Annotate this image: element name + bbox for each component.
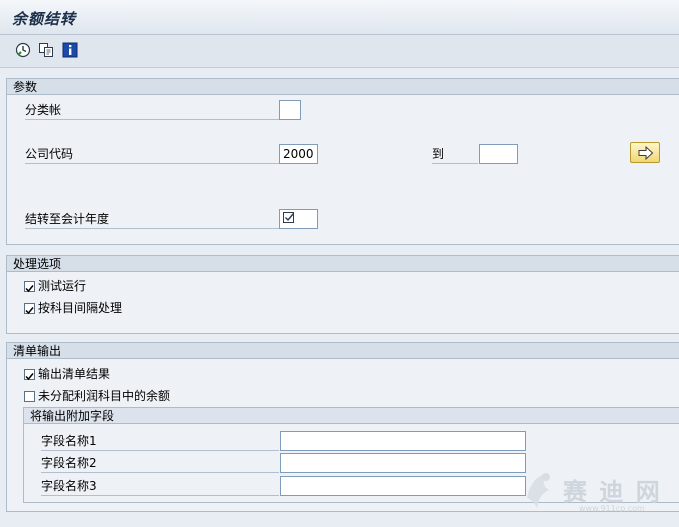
info-icon[interactable] [62, 42, 78, 58]
undistributed-profit-checkbox[interactable] [24, 391, 35, 402]
group-list-output-header: 清单输出 [7, 343, 679, 359]
watermark-text: 赛 迪 网 [563, 477, 662, 506]
watermark-logo-icon [519, 468, 559, 515]
group-processing-options: 处理选项 测试运行 按科目间隔处理 [6, 255, 679, 334]
test-run-label: 测试运行 [38, 279, 87, 293]
application-toolbar [0, 35, 679, 68]
page-title: 余额结转 [12, 10, 77, 28]
required-entry-icon [283, 212, 295, 228]
test-run-checkbox[interactable] [24, 281, 35, 293]
field-name-3-label: 字段名称3 [41, 478, 279, 496]
checkmark-icon [25, 370, 34, 384]
checkmark-icon [25, 304, 34, 318]
output-result-checkbox[interactable] [24, 369, 35, 381]
group-parameters-header: 参数 [7, 79, 679, 95]
title-bar: 余额结转 [0, 0, 679, 35]
field-name-1-label: 字段名称1 [41, 433, 279, 451]
company-code-from-field[interactable] [279, 144, 318, 164]
group-parameters: 参数 分类帐 公司代码 到 结转至会计年度 [6, 78, 679, 245]
execute-icon[interactable] [15, 42, 31, 58]
watermark: 赛 迪 网 www.911cp.com [519, 466, 679, 524]
field-name-2-input[interactable] [280, 453, 526, 473]
ledger-field[interactable] [279, 100, 301, 120]
by-account-interval-label: 按科目间隔处理 [38, 301, 123, 315]
undistributed-profit-label: 未分配利润科目中的余额 [38, 389, 171, 403]
multiple-selection-button[interactable] [630, 142, 660, 163]
fiscal-year-label: 结转至会计年度 [25, 211, 279, 229]
field-name-3-input[interactable] [280, 476, 526, 496]
field-name-1-input[interactable] [280, 431, 526, 451]
company-code-to-field[interactable] [479, 144, 518, 164]
group-additional-fields-header: 将输出附加字段 [24, 408, 679, 424]
checkmark-icon [25, 282, 34, 296]
group-processing-options-header: 处理选项 [7, 256, 679, 272]
output-result-label: 输出清单结果 [38, 367, 111, 381]
company-code-label: 公司代码 [25, 146, 279, 164]
watermark-url: www.911cp.com [579, 504, 645, 513]
copy-variant-icon[interactable] [38, 42, 54, 58]
company-code-to-label: 到 [432, 146, 478, 164]
ledger-label: 分类帐 [25, 102, 279, 120]
fiscal-year-field[interactable] [279, 209, 318, 229]
field-name-2-label: 字段名称2 [41, 455, 279, 473]
arrow-right-icon [638, 145, 654, 163]
by-account-interval-checkbox[interactable] [24, 303, 35, 315]
